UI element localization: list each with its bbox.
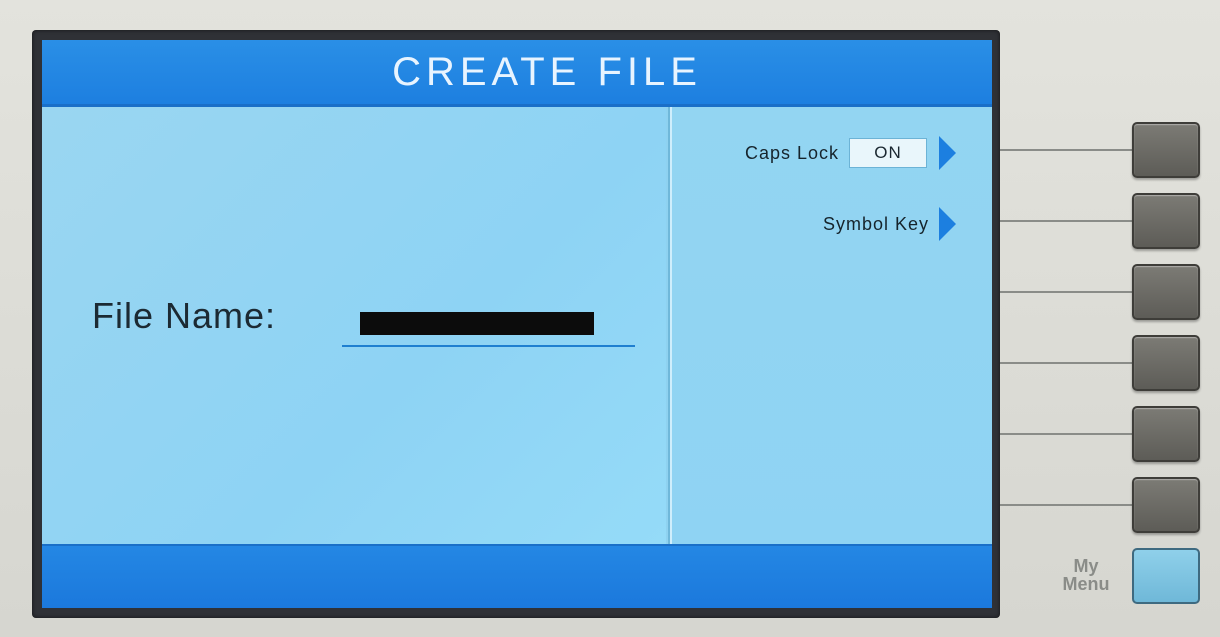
hardware-softkey-6[interactable] xyxy=(1132,477,1200,533)
my-menu-label-line2: Menu xyxy=(1062,574,1110,594)
my-menu-button[interactable] xyxy=(1132,548,1200,604)
file-name-label: File Name: xyxy=(92,295,277,336)
my-menu-label: My Menu xyxy=(1050,557,1122,593)
softkey-line-4 xyxy=(1000,362,1134,364)
title-bar: CREATE FILE xyxy=(42,40,992,107)
softkey-caps-lock[interactable]: Caps Lock ON xyxy=(745,136,956,170)
hardware-softkey-3[interactable] xyxy=(1132,264,1200,320)
caps-lock-label: Caps Lock xyxy=(744,142,839,163)
symbol-key-arrow-icon xyxy=(939,207,956,241)
caps-lock-arrow-icon xyxy=(939,136,956,170)
caps-lock-state: ON xyxy=(849,138,927,168)
text-cursor xyxy=(360,312,594,335)
softkey-line-1 xyxy=(1000,149,1134,151)
footer-bar xyxy=(42,544,992,608)
my-menu-label-line1: My xyxy=(1073,556,1099,576)
hardware-softkey-1[interactable] xyxy=(1132,122,1200,178)
hardware-softkey-5[interactable] xyxy=(1132,406,1200,462)
page-title: CREATE FILE xyxy=(392,49,702,94)
hardware-softkey-2[interactable] xyxy=(1132,193,1200,249)
symbol-key-label: Symbol Key xyxy=(822,213,929,234)
hardware-softkey-4[interactable] xyxy=(1132,335,1200,391)
softkey-panel: Caps Lock ON Symbol Key xyxy=(670,107,992,544)
softkey-line-3 xyxy=(1000,291,1134,293)
softkey-symbol-key[interactable]: Symbol Key xyxy=(823,207,956,241)
softkey-line-6 xyxy=(1000,504,1134,506)
softkey-line-2 xyxy=(1000,220,1134,222)
softkey-line-5 xyxy=(1000,433,1134,435)
lcd-screen: CREATE FILE Caps Lock ON Symbol Key File… xyxy=(42,40,992,608)
instrument-panel: CREATE FILE Caps Lock ON Symbol Key File… xyxy=(0,0,1220,637)
file-name-field[interactable] xyxy=(342,295,635,347)
